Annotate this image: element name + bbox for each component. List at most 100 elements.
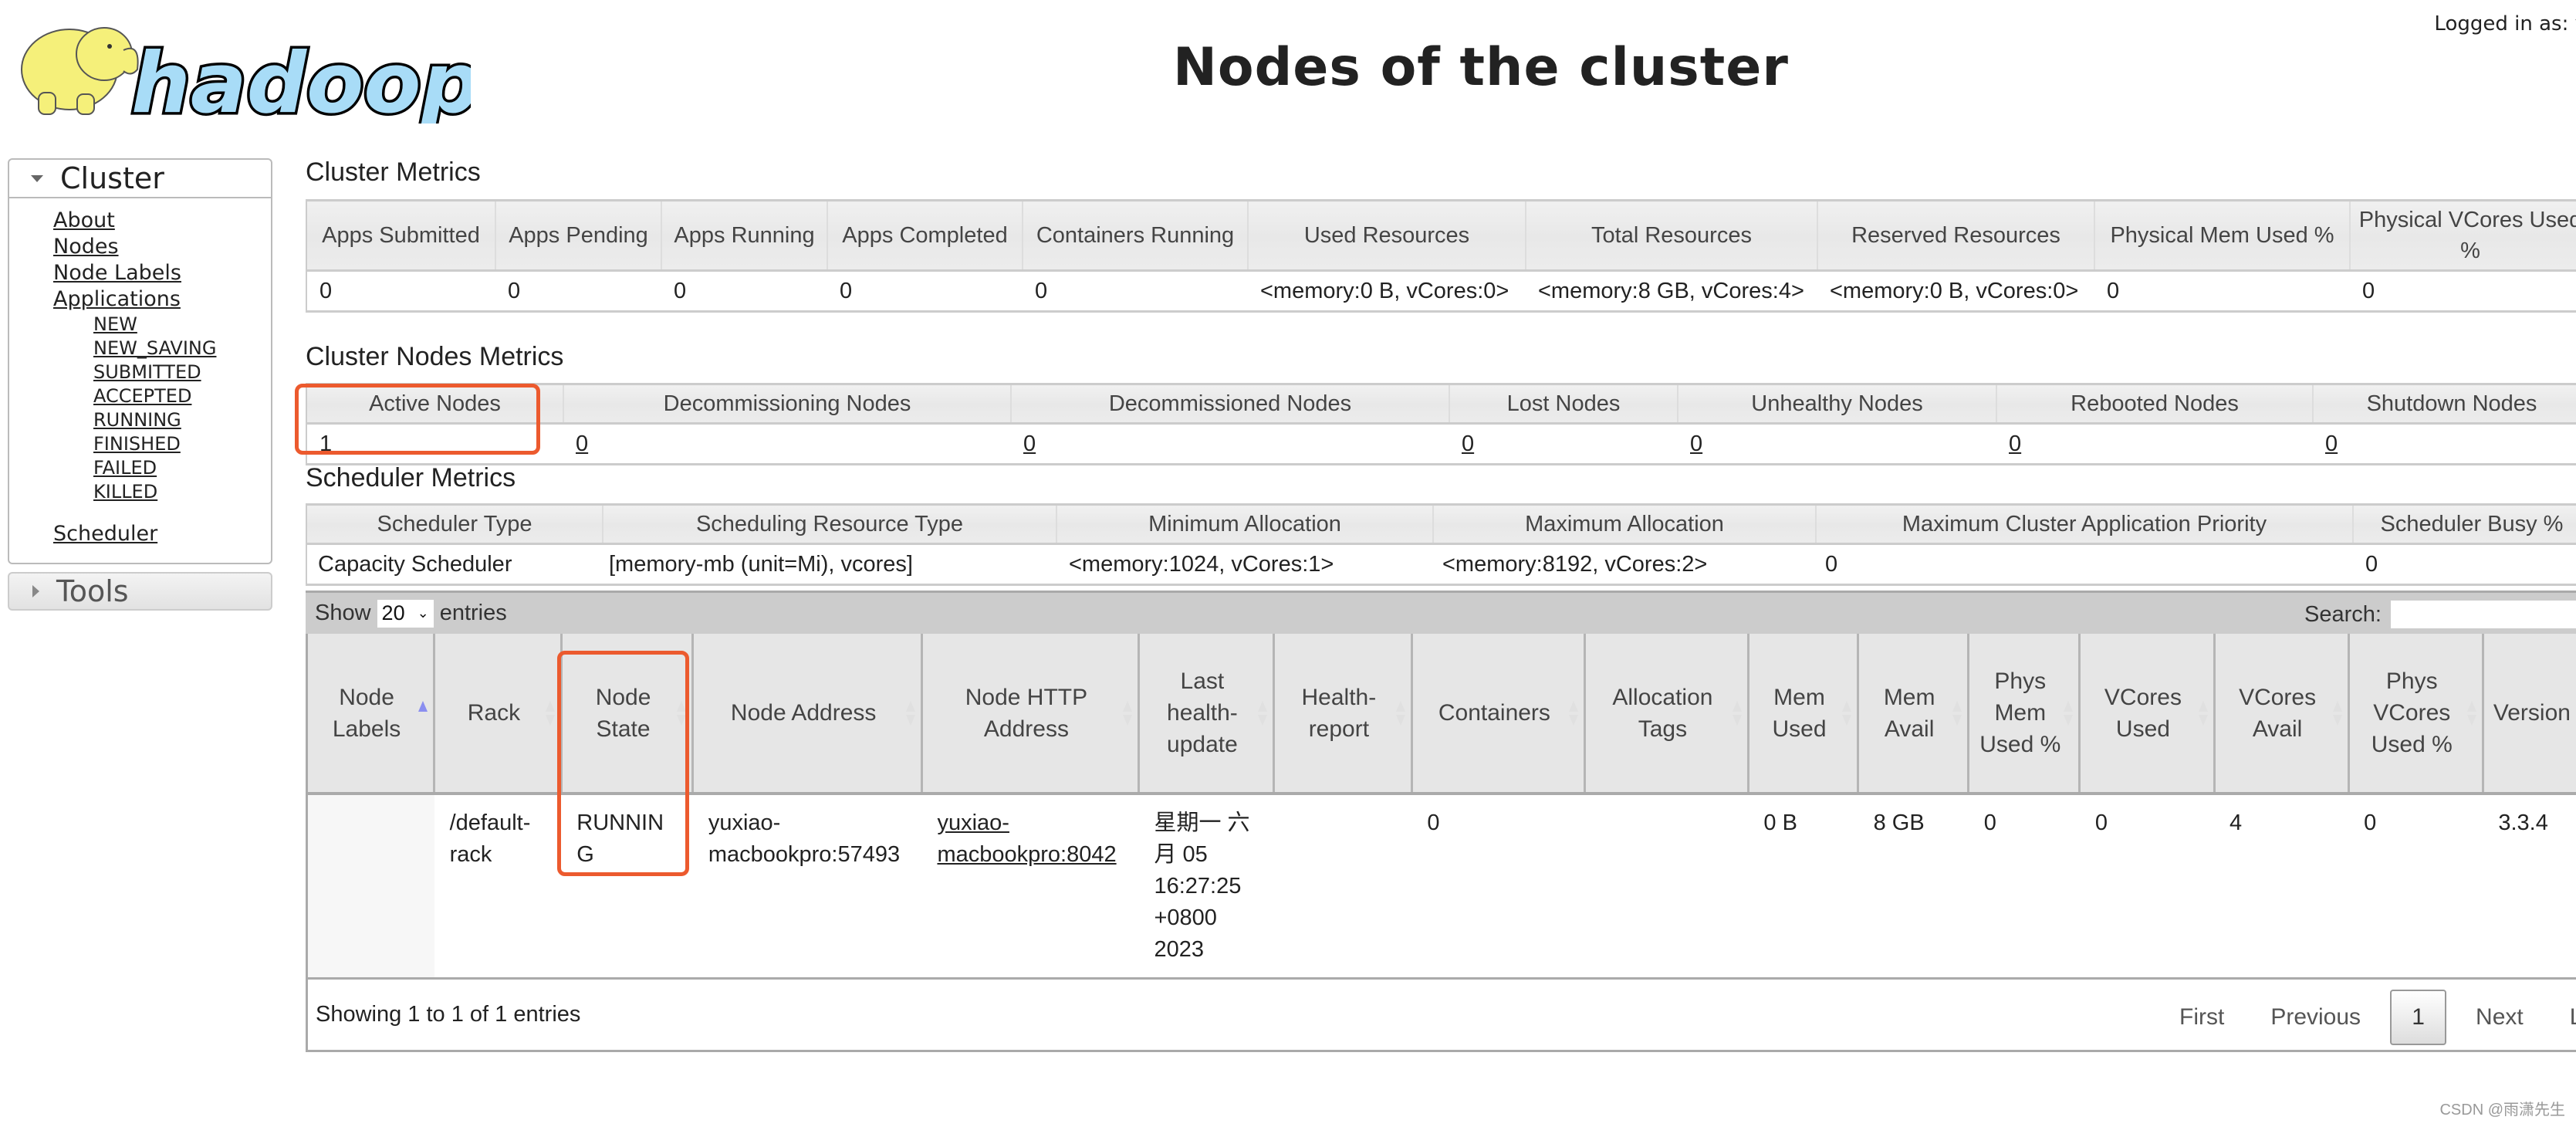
col-mem-used-label: Mem Used: [1772, 684, 1827, 742]
sort-icon: [1952, 699, 1962, 727]
col-phys-mem-used-label: Phys Mem Used %: [1979, 668, 2061, 757]
table-row: /default-rack RUNNING yuxiao-macbookpro:…: [306, 794, 2576, 977]
lost-nodes-link[interactable]: 0: [1462, 432, 1474, 456]
sidebar-app-state-accepted[interactable]: ACCEPTED: [93, 384, 271, 408]
decommissioning-nodes-link[interactable]: 0: [576, 432, 588, 456]
col-apps-completed: Apps Completed: [827, 200, 1023, 272]
sidebar-link-about[interactable]: About: [53, 208, 271, 234]
last-page-button[interactable]: La: [2547, 1004, 2576, 1031]
cell-node-address: yuxiao-macbookpro:57493: [708, 811, 901, 867]
col-rebooted-nodes: Rebooted Nodes: [1996, 384, 2314, 425]
nodes-table-footer: Showing 1 to 1 of 1 entries First Previo…: [306, 977, 2576, 1052]
col-scheduling-resource-type: Scheduling Resource Type: [603, 504, 1057, 545]
sidebar-app-state-killed[interactable]: KILLED: [93, 480, 271, 504]
sort-ascending-icon: [418, 699, 428, 727]
search-input[interactable]: [2390, 601, 2576, 628]
col-phys-vcores-used-label: Phys VCores Used %: [2371, 668, 2453, 757]
apps-running-value: 0: [674, 279, 687, 303]
col-lost-nodes: Lost Nodes: [1449, 384, 1678, 425]
col-apps-submitted: Apps Submitted: [306, 200, 496, 272]
col-node-state[interactable]: Node State: [561, 634, 695, 795]
containers-running-value: 0: [1035, 279, 1048, 303]
page-length-value: 20: [381, 601, 405, 624]
scheduler-busy-value: 0: [2365, 552, 2378, 577]
col-version[interactable]: Version: [2483, 634, 2576, 795]
col-rack-label: Rack: [467, 700, 521, 726]
previous-page-button[interactable]: Previous: [2247, 1004, 2384, 1031]
cell-mem-used: 0 B: [1763, 811, 1797, 835]
page-length-select[interactable]: 20 ⌄: [377, 599, 434, 628]
col-phys-vcores-used[interactable]: Phys VCores Used %: [2348, 634, 2484, 795]
show-label: Show: [315, 601, 371, 625]
col-node-labels-label: Node Labels: [332, 684, 401, 742]
nodes-table-header-row: Node Labels Rack Node State Node Address…: [306, 634, 2576, 795]
scheduling-resource-type-value: [memory-mb (unit=Mi), vcores]: [609, 552, 913, 577]
next-page-button[interactable]: Next: [2453, 1004, 2547, 1031]
apps-submitted-value: 0: [319, 279, 333, 303]
col-rack[interactable]: Rack: [434, 634, 563, 795]
sidebar-app-state-finished[interactable]: FINISHED: [93, 432, 271, 456]
sidebar-link-node-labels[interactable]: Node Labels: [53, 260, 271, 286]
scheduler-metrics-value-row: Capacity Scheduler [memory-mb (unit=Mi),…: [306, 544, 2576, 585]
apps-completed-value: 0: [840, 279, 853, 303]
first-page-button[interactable]: First: [2156, 1004, 2247, 1031]
shutdown-nodes-link[interactable]: 0: [2325, 432, 2338, 456]
sort-icon: [2198, 699, 2209, 727]
col-containers[interactable]: Containers: [1411, 634, 1586, 795]
col-node-http-address-label: Node HTTP Address: [965, 684, 1088, 742]
col-maximum-allocation: Maximum Allocation: [1433, 504, 1817, 545]
col-last-health-update[interactable]: Last health-update: [1138, 634, 1275, 795]
col-vcores-used[interactable]: VCores Used: [2079, 634, 2216, 795]
unhealthy-nodes-link[interactable]: 0: [1690, 432, 1702, 456]
col-health-report-label: Health-report: [1301, 684, 1377, 742]
physical-vcores-used-value: 0: [2362, 279, 2375, 303]
col-max-cluster-app-priority: Maximum Cluster Application Priority: [1816, 504, 2354, 545]
node-http-address-link[interactable]: yuxiao-macbookpro:8042: [937, 811, 1116, 867]
sidebar-app-state-new[interactable]: NEW: [93, 313, 271, 337]
sort-icon: [1122, 699, 1133, 727]
nodes-table: Node Labels Rack Node State Node Address…: [306, 634, 2576, 977]
col-node-address[interactable]: Node Address: [692, 634, 923, 795]
col-node-labels[interactable]: Node Labels: [306, 634, 436, 795]
sidebar-app-state-failed[interactable]: FAILED: [93, 456, 271, 480]
col-allocation-tags[interactable]: Allocation Tags: [1584, 634, 1749, 795]
sort-icon: [2063, 699, 2074, 727]
col-reserved-resources: Reserved Resources: [1817, 200, 2095, 272]
col-mem-used[interactable]: Mem Used: [1748, 634, 1860, 795]
col-allocation-tags-label: Allocation Tags: [1612, 684, 1713, 742]
sidebar-app-state-running[interactable]: RUNNING: [93, 408, 271, 432]
col-vcores-avail[interactable]: VCores Avail: [2214, 634, 2350, 795]
sidebar-link-nodes[interactable]: Nodes: [53, 234, 271, 260]
sort-icon: [1257, 699, 1268, 727]
search-area: Search:: [2304, 593, 2576, 636]
tools-section-toggle[interactable]: Tools: [8, 572, 272, 611]
sort-icon: [1841, 699, 1852, 727]
col-mem-avail[interactable]: Mem Avail: [1858, 634, 1970, 795]
col-scheduler-type: Scheduler Type: [306, 504, 603, 545]
cell-mem-avail: 8 GB: [1873, 811, 1925, 835]
col-health-report[interactable]: Health-report: [1273, 634, 1413, 795]
col-node-address-label: Node Address: [730, 700, 877, 726]
cluster-section-toggle[interactable]: Cluster: [9, 160, 271, 198]
cluster-metrics-value-row: 0 0 0 0 0 <memory:0 B, vCores:0> <memory…: [306, 271, 2576, 312]
cluster-nodes-value-row: 1 0 0 0 0 0 0: [306, 424, 2576, 465]
scheduler-metrics-table: Scheduler Type Scheduling Resource Type …: [306, 503, 2576, 586]
decommissioned-nodes-link[interactable]: 0: [1023, 432, 1036, 456]
col-unhealthy-nodes: Unhealthy Nodes: [1678, 384, 1997, 425]
table-info: Showing 1 to 1 of 1 entries: [316, 1002, 581, 1027]
rebooted-nodes-link[interactable]: 0: [2009, 432, 2021, 456]
current-page-button[interactable]: 1: [2390, 989, 2447, 1045]
sidebar-app-state-new-saving[interactable]: NEW_SAVING: [93, 337, 271, 360]
sidebar-app-state-submitted[interactable]: SUBMITTED: [93, 360, 271, 384]
col-mem-avail-label: Mem Avail: [1883, 684, 1935, 742]
sidebar-link-scheduler[interactable]: Scheduler: [53, 521, 271, 547]
col-apps-running: Apps Running: [661, 200, 828, 272]
cluster-nodes-header-row: Active Nodes Decommissioning Nodes Decom…: [306, 384, 2576, 425]
active-nodes-value: 1: [319, 432, 333, 456]
col-node-http-address[interactable]: Node HTTP Address: [921, 634, 1140, 795]
cell-vcores-used: 0: [2094, 811, 2108, 835]
sidebar-link-applications[interactable]: Applications: [53, 286, 271, 313]
collapse-triangle-icon: [31, 174, 43, 182]
col-phys-mem-used[interactable]: Phys Mem Used %: [1968, 634, 2081, 795]
physical-mem-used-value: 0: [2107, 279, 2120, 303]
